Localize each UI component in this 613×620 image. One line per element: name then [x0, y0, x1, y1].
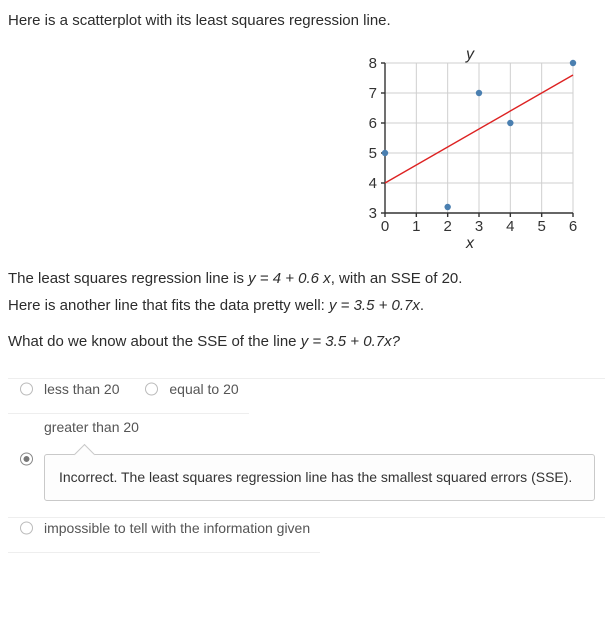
option-greater-than-20[interactable]: greater than 20 Incorrect. The least squ…: [8, 401, 605, 518]
question-text: What do we know about the SSE of the lin…: [8, 331, 605, 354]
svg-text:6: 6: [569, 218, 577, 235]
svg-text:3: 3: [369, 205, 377, 222]
radio-less-than-20[interactable]: [20, 382, 33, 395]
scatterplot: y 0123456345678 x: [359, 47, 581, 251]
option-impossible-to-tell[interactable]: impossible to tell with the information …: [8, 504, 320, 553]
y-axis-label: y: [466, 43, 474, 67]
text-frag: , with an SSE of 20.: [331, 270, 463, 287]
option-label: impossible to tell with the information …: [44, 520, 310, 536]
svg-text:7: 7: [369, 85, 377, 102]
radio-greater-than-20[interactable]: [20, 453, 33, 466]
svg-text:1: 1: [412, 218, 420, 235]
svg-text:3: 3: [475, 218, 483, 235]
x-axis-label: x: [466, 232, 474, 256]
svg-text:5: 5: [537, 218, 545, 235]
svg-text:4: 4: [506, 218, 514, 235]
option-label: greater than 20: [44, 419, 139, 435]
option-label: less than 20: [44, 381, 120, 397]
feedback-box: Incorrect. The least squares regression …: [44, 454, 595, 501]
text-frag: .: [420, 297, 424, 314]
svg-text:2: 2: [443, 218, 451, 235]
svg-text:0: 0: [381, 218, 389, 235]
svg-text:8: 8: [369, 55, 377, 72]
equation-2: y = 3.5 + 0.7x: [329, 297, 420, 314]
alt-line-text: Here is another line that fits the data …: [8, 295, 605, 318]
text-frag: What do we know about the SSE of the lin…: [8, 333, 301, 350]
chart-container: y 0123456345678 x: [8, 47, 605, 251]
chart-svg: 0 1 2 3 4 5 6 3 4 5 6 7 8: [359, 47, 581, 243]
svg-text:6: 6: [369, 115, 377, 132]
answer-options: less than 20 equal to 20 greater than 20…: [8, 378, 605, 541]
radio-impossible-to-tell[interactable]: [20, 522, 33, 535]
radio-equal-to-20[interactable]: [145, 382, 158, 395]
regression-line-text: The least squares regression line is y =…: [8, 268, 605, 291]
equation-3: y = 3.5 + 0.7x?: [301, 333, 400, 350]
svg-text:4: 4: [369, 175, 377, 192]
svg-text:5: 5: [369, 145, 377, 162]
intro-text: Here is a scatterplot with its least squ…: [8, 10, 605, 33]
equation-1: y = 4 + 0.6 x: [248, 270, 331, 287]
option-label: equal to 20: [169, 381, 238, 397]
text-frag: Here is another line that fits the data …: [8, 297, 329, 314]
text-frag: The least squares regression line is: [8, 270, 248, 287]
